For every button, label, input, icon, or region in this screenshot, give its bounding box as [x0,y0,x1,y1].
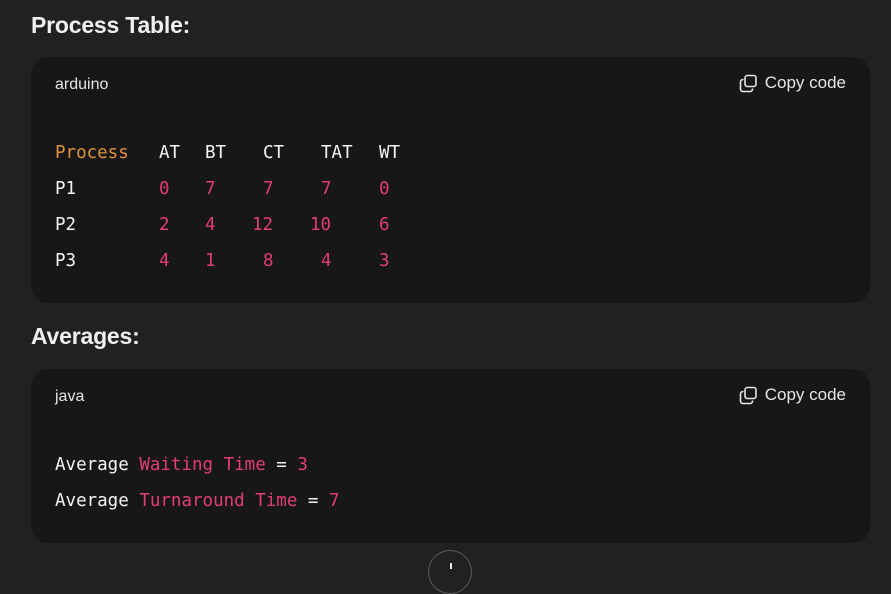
tat-value: 4 [321,251,332,271]
table-header-row: Process AT BT CT TAT WT [55,141,400,165]
copy-icon [739,386,757,404]
tat-value: 10 [310,215,332,235]
copy-code-button[interactable]: Copy code [739,385,846,405]
process-table-code-block: arduino Copy code Process AT BT CT TAT W… [31,57,870,303]
average-turnaround-time-line: Average Turnaround Time = 7 [55,489,340,513]
header-at: AT [159,143,181,163]
table-row: P3 4 1 8 4 3 [55,249,390,273]
process-table-heading: Process Table: [31,12,191,38]
tat-value: 7 [321,179,332,199]
equals-operator: = [276,455,287,475]
ct-value: 12 [252,215,274,235]
average-turnaround-time-value: 7 [329,491,340,511]
ct-value: 8 [263,251,274,271]
average-keyword: Average [55,491,129,511]
bt-value: 7 [205,179,216,199]
code-language-label: arduino [55,76,109,93]
wt-value: 3 [379,251,390,271]
ct-value: 7 [263,179,274,199]
at-value: 4 [159,251,170,271]
copy-icon [739,74,757,92]
copy-code-label: Copy code [764,73,846,92]
bt-value: 4 [205,215,216,235]
header-bt: BT [205,143,227,163]
averages-code-block: java Copy code Average Waiting Time = 3 … [31,369,870,543]
waiting-time-label: Waiting Time [139,455,266,475]
turnaround-time-label: Turnaround Time [139,491,298,511]
process-name: P3 [55,251,77,271]
header-process: Process [55,143,129,163]
copy-code-label: Copy code [764,385,846,404]
average-keyword: Average [55,455,129,475]
header-ct: CT [263,143,285,163]
averages-heading: Averages: [31,323,140,349]
average-waiting-time-value: 3 [297,455,308,475]
table-row: P2 2 4 12 10 6 [55,213,390,237]
header-wt: WT [379,143,401,163]
header-tat: TAT [321,143,353,163]
scroll-down-icon [450,563,452,569]
scroll-down-button[interactable] [428,550,472,594]
copy-code-button[interactable]: Copy code [739,73,846,93]
code-language-label: java [55,388,85,405]
table-row: P1 0 7 7 7 0 [55,177,390,201]
wt-value: 6 [379,215,390,235]
wt-value: 0 [379,179,390,199]
at-value: 2 [159,215,170,235]
bt-value: 1 [205,251,216,271]
process-name: P2 [55,215,77,235]
average-waiting-time-line: Average Waiting Time = 3 [55,453,308,477]
process-name: P1 [55,179,77,199]
at-value: 0 [159,179,170,199]
equals-operator: = [307,491,319,511]
